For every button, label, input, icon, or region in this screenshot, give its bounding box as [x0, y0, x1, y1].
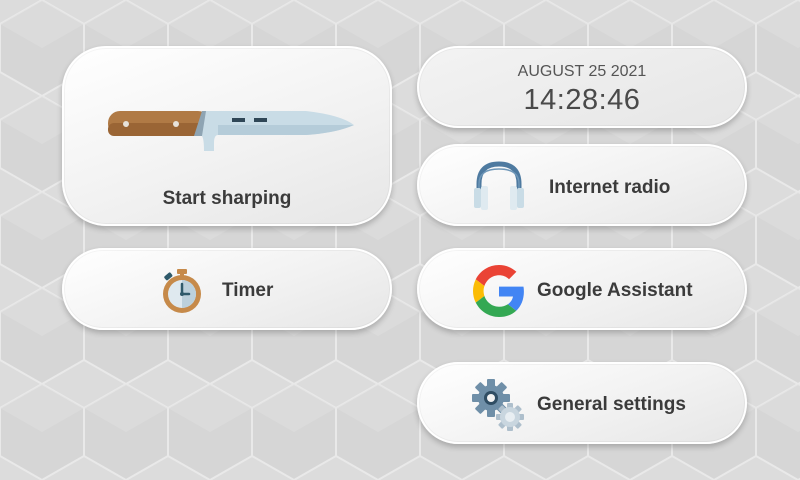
general-settings-label: General settings: [537, 394, 686, 415]
general-settings-button[interactable]: General settings: [417, 362, 747, 444]
knife-icon: [108, 111, 354, 151]
gears-icon: [472, 379, 524, 431]
internet-radio-button[interactable]: Internet radio: [417, 144, 747, 226]
timer-label: Timer: [222, 280, 274, 301]
current-time: 14:28:46: [523, 84, 641, 116]
google-assistant-label: Google Assistant: [537, 280, 693, 301]
stopwatch-icon: [163, 269, 201, 313]
start-sharpening-button[interactable]: Start sharping: [62, 46, 392, 226]
google-assistant-button[interactable]: Google Assistant: [417, 248, 747, 330]
current-date: AUGUST 25 2021: [517, 63, 647, 80]
date-time-display: AUGUST 25 2021 14:28:46: [417, 46, 747, 128]
google-icon: [473, 265, 524, 317]
headphones-icon: [474, 161, 524, 210]
start-sharpening-label: Start sharping: [162, 188, 292, 209]
timer-button[interactable]: Timer: [62, 248, 392, 330]
internet-radio-label: Internet radio: [549, 177, 671, 198]
